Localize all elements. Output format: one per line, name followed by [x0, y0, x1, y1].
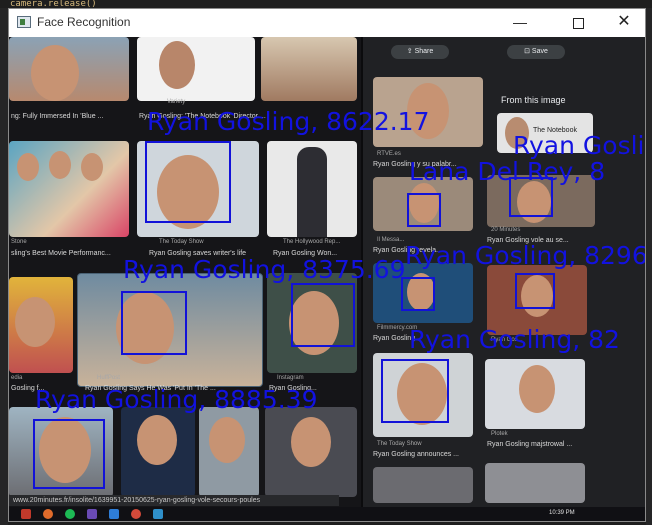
detection-label: Ryan Gosling, 8296.37 [405, 241, 645, 270]
related-caption: Ryan Gosling majstrowal ... [487, 441, 573, 448]
close-icon: ✕ [617, 13, 631, 30]
minimize-button[interactable]: — [497, 9, 543, 37]
from-this-image-heading: From this image [501, 95, 566, 105]
result-image [265, 407, 357, 497]
app-icon [17, 16, 31, 28]
camera-frame: ng: Fully Immersed In 'Blue ... Variety … [9, 37, 645, 521]
result-image [137, 37, 255, 101]
detection-label: Ryan Gosling, 82 [513, 131, 645, 160]
related-image[interactable] [373, 467, 473, 503]
title-bar[interactable]: Face Recognition — ✕ [9, 9, 645, 37]
result-source: Variety [167, 99, 186, 105]
result-caption: sling's Best Movie Performanc... [11, 250, 111, 257]
minimize-icon: — [513, 14, 527, 30]
related-source: RTVE.es [377, 151, 401, 157]
detection-label: Ryan Gosling, 8622.17 [147, 107, 430, 136]
related-source: Plotek [491, 431, 508, 437]
browser-icon[interactable] [43, 509, 53, 519]
bookmark-icon: ⊡ [524, 48, 532, 55]
photos-icon[interactable] [153, 509, 163, 519]
brave-icon[interactable] [21, 509, 31, 519]
share-button[interactable]: ⇪ Share [391, 45, 449, 59]
maximize-button[interactable] [555, 9, 601, 37]
face-detection-box [121, 291, 187, 355]
close-button[interactable]: ✕ [601, 9, 645, 37]
save-label: Save [531, 48, 548, 55]
detection-label: Ryan Gosling, 8375.69 [123, 255, 406, 284]
result-image [199, 407, 259, 497]
detection-label: Ryan Gosling, 82 [409, 325, 620, 354]
detection-label: Lana Del Rey, 8 [409, 157, 606, 186]
result-source: Stone [11, 239, 27, 245]
result-source: The Hollywood Rep... [283, 239, 341, 245]
spotify-icon[interactable] [65, 509, 75, 519]
result-source: Instagram [277, 375, 304, 381]
related-caption: Ryan Gosling announces ... [373, 451, 459, 458]
vscode-icon[interactable] [109, 509, 119, 519]
editor-right-gutter [646, 8, 652, 525]
result-caption: ng: Fully Immersed In 'Blue ... [11, 113, 104, 120]
related-source: Il Messa... [377, 237, 405, 243]
editor-code-line: camera.release() [10, 0, 97, 8]
window-title: Face Recognition [37, 15, 131, 29]
face-detection-box [381, 359, 449, 423]
result-image [9, 141, 129, 237]
background-code-editor: camera.release() [0, 0, 652, 8]
editor-side-gutter [0, 8, 8, 525]
face-detection-box [291, 283, 355, 347]
related-source: 20 Minutes [491, 227, 521, 233]
result-image [261, 37, 357, 101]
result-source: edia [11, 375, 23, 381]
status-url: www.20minutes.fr/insolite/1639951-201506… [9, 495, 339, 506]
share-icon: ⇪ [406, 48, 415, 55]
detection-label: Ryan Gosling, 8885.39 [35, 385, 318, 414]
face-detection-box [515, 273, 555, 309]
result-source: The Today Show [159, 239, 204, 245]
result-image [9, 277, 73, 373]
related-source: The Today Show [377, 441, 422, 447]
share-label: Share [414, 48, 434, 55]
result-image [267, 141, 357, 237]
result-image [121, 407, 195, 497]
face-detection-box [407, 193, 441, 227]
app-icon[interactable] [87, 509, 97, 519]
face-detection-box [401, 277, 435, 311]
maximize-icon [572, 17, 584, 29]
taskbar-clock: 10:39 PM [549, 510, 575, 516]
save-button[interactable]: ⊡ Save [507, 45, 565, 59]
related-image[interactable] [485, 463, 585, 503]
face-detection-box [33, 419, 105, 489]
face-recognition-window: Face Recognition — ✕ ng: Fully Immersed … [8, 8, 646, 522]
related-image[interactable] [485, 359, 585, 429]
result-source: HuffPost [97, 375, 120, 381]
result-image [9, 37, 129, 101]
chrome-icon[interactable] [131, 509, 141, 519]
face-detection-box [145, 141, 231, 223]
